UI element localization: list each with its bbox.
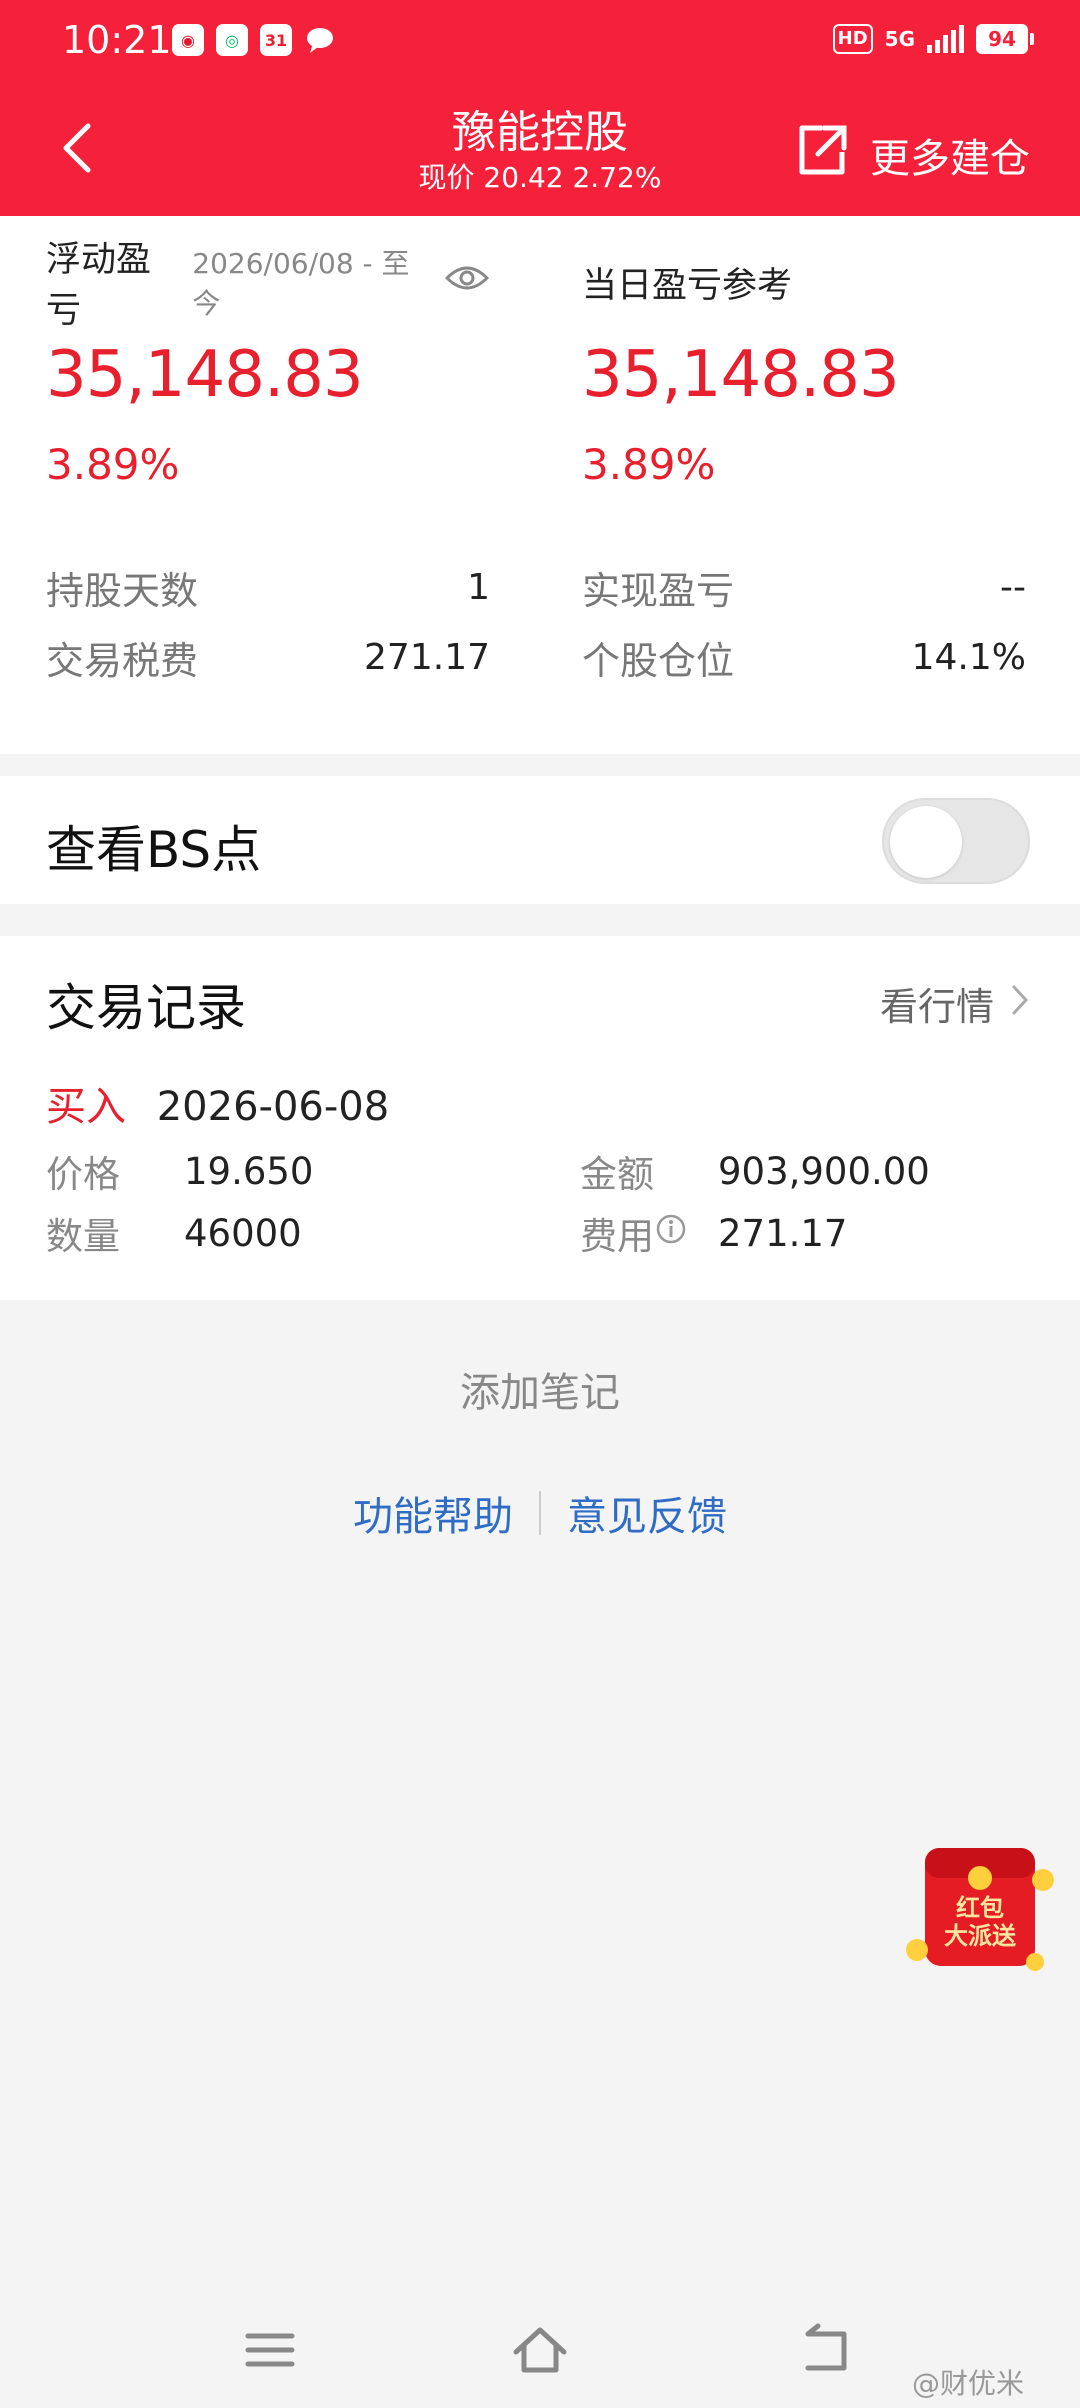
trade-records-card: 交易记录 看行情 买入 2026-06-08 价格 19.650 数量 4600… [0, 936, 1080, 1300]
wechat-mini-icon: ◎ [216, 24, 248, 56]
back-nav-icon[interactable] [796, 2320, 856, 2380]
trade-date: 2026-06-08 [156, 1084, 390, 1130]
add-note-button[interactable]: 添加笔记 [0, 1360, 1080, 1418]
daily-pnl-pct: 3.89% [582, 440, 716, 489]
trade-record-header: 买入 2026-06-08 [46, 1074, 389, 1132]
trade-amount: 金额 903,900.00 [580, 1144, 930, 1198]
eye-icon[interactable] [444, 262, 490, 302]
realized-row: 实现盈亏 -- [582, 552, 1026, 622]
position-label: 个股仓位 [582, 638, 735, 683]
more-position-label: 更多建仓 [870, 136, 1030, 182]
top-nav: 豫能控股 现价 20.42 2.72% 更多建仓 [0, 88, 1080, 216]
help-link[interactable]: 功能帮助 [353, 1484, 513, 1542]
trade-price-label: 价格 [46, 1153, 120, 1196]
trade-qty-label: 数量 [46, 1215, 120, 1258]
promo-line1: 红包 [956, 1894, 1004, 1922]
battery-icon: 94 [976, 24, 1034, 54]
network-label: 5G [884, 27, 915, 51]
home-icon[interactable] [510, 2320, 570, 2380]
trade-price-value: 19.650 [184, 1149, 314, 1193]
footer-links: 功能帮助 意见反馈 [0, 1484, 1080, 1542]
trade-cost-value: 271.17 [718, 1211, 848, 1255]
calendar-icon: 31 [260, 24, 292, 56]
share-out-icon [794, 122, 850, 188]
weibo-icon: ◉ [172, 24, 204, 56]
bs-point-card: 查看BS点 [0, 776, 1080, 904]
trade-qty: 数量 46000 [46, 1206, 302, 1260]
trade-records-title: 交易记录 [46, 979, 246, 1037]
trade-price: 价格 19.650 [46, 1144, 313, 1198]
promo-line2: 大派送 [944, 1922, 1016, 1950]
view-quote-label: 看行情 [879, 985, 994, 1029]
float-pnl-column: 浮动盈亏 2026/06/08 - 至今 35,148.83 3.89% [46, 240, 490, 489]
pnl-summary-card: 浮动盈亏 2026/06/08 - 至今 35,148.83 3.89% 当日盈… [0, 216, 1080, 754]
red-packet-promo[interactable]: 红包 大派送 [905, 1840, 1055, 1980]
daily-pnl-value: 35,148.83 [582, 338, 900, 412]
float-pnl-label: 浮动盈亏 [46, 240, 152, 331]
trade-amount-label: 金额 [580, 1153, 654, 1196]
float-pnl-value: 35,148.83 [46, 338, 364, 412]
daily-pnl-label: 当日盈亏参考 [582, 265, 793, 306]
trade-action: 买入 [46, 1084, 126, 1130]
trade-cost: 费用 271.17 [580, 1206, 847, 1260]
hold-days-label: 持股天数 [46, 568, 199, 613]
watermark: @财优米 [912, 2367, 1025, 2400]
message-icon [304, 24, 336, 60]
daily-pnl-column: 当日盈亏参考 35,148.83 3.89% [582, 260, 1026, 490]
toggle-knob [890, 806, 962, 878]
hd-icon: HD [832, 24, 873, 54]
view-quote-link[interactable]: 看行情 [880, 976, 1030, 1031]
realized-value: -- [1000, 566, 1026, 608]
fee-value: 271.17 [364, 636, 490, 678]
hold-days-row: 持股天数 1 [46, 552, 490, 622]
status-time: 10:21 [62, 18, 172, 62]
link-divider [539, 1491, 541, 1535]
notification-icons: ◉ ◎ 31 [172, 24, 336, 60]
left-stats: 持股天数 1 交易税费 271.17 [46, 552, 490, 692]
right-stats: 实现盈亏 -- 个股仓位 14.1% [582, 552, 1026, 692]
status-bar: 10:21 ◉ ◎ 31 HD 5G 94 [0, 0, 1080, 88]
fee-label: 交易税费 [46, 638, 199, 683]
bs-point-label: 查看BS点 [46, 821, 262, 879]
bs-point-toggle[interactable] [882, 798, 1030, 884]
signal-icon [927, 25, 964, 53]
info-icon[interactable] [654, 1212, 688, 1255]
trade-cost-label: 费用 [580, 1215, 654, 1258]
trade-qty-value: 46000 [184, 1211, 302, 1255]
feedback-link[interactable]: 意见反馈 [567, 1484, 727, 1542]
chevron-right-icon [1010, 982, 1030, 1026]
menu-icon[interactable] [240, 2320, 300, 2380]
float-pnl-pct: 3.89% [46, 440, 180, 489]
realized-label: 实现盈亏 [582, 568, 735, 613]
system-indicators: HD 5G 94 [832, 24, 1034, 54]
float-pnl-date: 2026/06/08 - 至今 [192, 247, 410, 320]
position-value: 14.1% [911, 636, 1026, 678]
hold-days-value: 1 [467, 566, 490, 608]
trade-amount-value: 903,900.00 [718, 1149, 930, 1193]
more-position-button[interactable]: 更多建仓 [794, 122, 1030, 188]
position-row: 个股仓位 14.1% [582, 622, 1026, 692]
fee-row: 交易税费 271.17 [46, 622, 490, 692]
